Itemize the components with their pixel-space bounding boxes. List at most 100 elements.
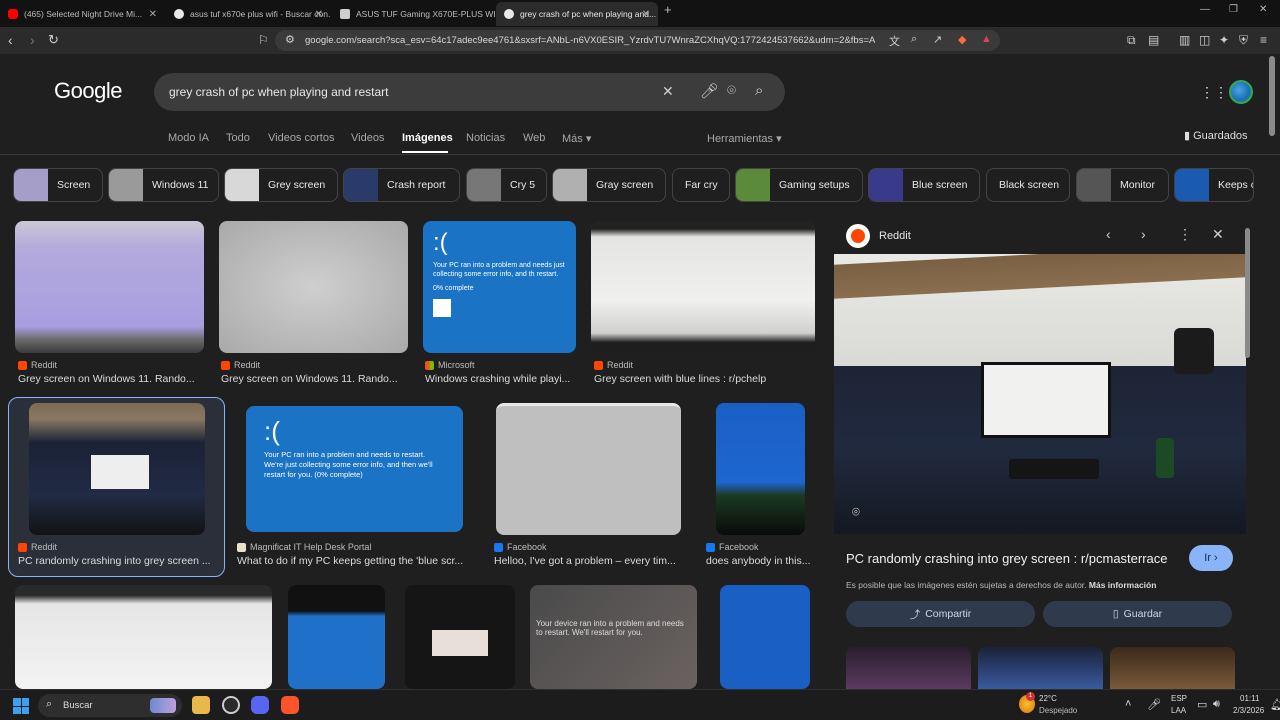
keyboard-layout[interactable]: LAA: [1171, 706, 1186, 715]
more-vert-icon[interactable]: ⋮: [1178, 226, 1192, 243]
vpn-icon[interactable]: ⛨: [1239, 33, 1248, 48]
site-info-icon[interactable]: ⚙: [285, 33, 295, 46]
result-thumbnail[interactable]: [405, 585, 515, 689]
result-thumbnail[interactable]: [288, 585, 385, 689]
language-code[interactable]: ESP: [1171, 694, 1187, 703]
forward-icon[interactable]: ›: [30, 31, 35, 49]
result-title[interactable]: Windows crashing while playi...: [425, 373, 575, 385]
reload-icon[interactable]: ↻: [48, 31, 59, 49]
tab-groups-icon[interactable]: ◫: [1199, 33, 1210, 47]
chip-crash-report[interactable]: Crash report: [343, 168, 460, 202]
result-title[interactable]: Grey screen with blue lines : r/pchelp: [594, 373, 814, 385]
result-thumbnail[interactable]: :( Your PC ran into a problem and needs …: [246, 406, 463, 532]
new-tab-button[interactable]: +: [664, 2, 672, 17]
result-title[interactable]: PC randomly crashing into grey screen ..…: [18, 555, 216, 567]
result-thumbnail[interactable]: [716, 403, 805, 535]
microphone-icon[interactable]: 🎤︎: [700, 82, 719, 100]
maximize-icon[interactable]: ❐: [1229, 4, 1238, 15]
result-thumbnail[interactable]: [720, 585, 810, 689]
chip-gaming-setups[interactable]: Gaming setups: [735, 168, 863, 202]
discord-icon[interactable]: [251, 696, 269, 714]
result-thumbnail[interactable]: [15, 221, 204, 353]
tab-noticias[interactable]: Noticias: [466, 132, 505, 144]
result-title[interactable]: does anybody in this...: [706, 555, 816, 567]
chip-black-screen[interactable]: Black screen: [986, 168, 1070, 202]
page-scrollbar[interactable]: [1269, 56, 1275, 136]
result-thumbnail[interactable]: [15, 585, 272, 689]
tab-mas[interactable]: Más ▾: [562, 132, 591, 145]
chip-far-cry[interactable]: Far cry: [672, 168, 730, 202]
result-thumbnail[interactable]: [29, 403, 205, 535]
result-thumbnail[interactable]: Your device ran into a problem and needs…: [530, 585, 697, 689]
saved-button[interactable]: ▮ Guardados: [1184, 129, 1248, 142]
address-bar[interactable]: ⚙ google.com/search?sca_esv=64c17adec9ee…: [275, 30, 1000, 51]
bookmark-icon[interactable]: ⚐: [258, 31, 269, 49]
more-info-link[interactable]: Más información: [1089, 580, 1157, 590]
result-title[interactable]: Helloo, I've got a problem – every tim..…: [494, 555, 684, 567]
related-thumbnail[interactable]: [978, 647, 1103, 689]
brave-icon[interactable]: [281, 696, 299, 714]
chevron-left-icon[interactable]: ‹: [1106, 226, 1111, 242]
lens-search-icon[interactable]: ⌾: [852, 504, 860, 520]
chip-grey-screen[interactable]: Grey screen: [224, 168, 338, 202]
lens-icon[interactable]: ⌾: [727, 82, 736, 99]
search-input[interactable]: grey crash of pc when playing and restar…: [154, 73, 785, 111]
chevron-right-icon[interactable]: ›: [1141, 226, 1146, 242]
chip-windows-11[interactable]: Windows 11: [108, 168, 219, 202]
leo-ai-icon[interactable]: ✦: [1219, 33, 1229, 47]
tab-youtube[interactable]: (465) Selected Night Drive Mi... ✕: [0, 2, 165, 26]
microphone-tray-icon[interactable]: 🎤︎: [1147, 698, 1161, 711]
minimize-icon[interactable]: —: [1200, 4, 1210, 15]
search-query[interactable]: grey crash of pc when playing and restar…: [169, 85, 388, 99]
volume-icon[interactable]: 🔊︎: [1213, 698, 1220, 711]
result-thumbnail[interactable]: [496, 403, 681, 535]
google-logo[interactable]: Google: [54, 78, 122, 104]
share-icon[interactable]: ↗: [933, 33, 942, 46]
brave-rewards-icon[interactable]: ▲: [981, 33, 992, 45]
tray-chevron-icon[interactable]: ˄: [1125, 698, 1131, 710]
tab-web[interactable]: Web: [523, 132, 545, 144]
clock-date[interactable]: 2/3/2026: [1233, 706, 1264, 715]
weather-temp[interactable]: 22°C: [1039, 694, 1057, 703]
chip-gray-screen[interactable]: Gray screen: [552, 168, 666, 202]
result-thumbnail[interactable]: :( Your PC ran into a problem and needs …: [423, 221, 576, 353]
chip-screen[interactable]: Screen: [13, 168, 103, 202]
chip-keeps[interactable]: Keeps c: [1174, 168, 1254, 202]
tools-button[interactable]: Herramientas ▾: [707, 132, 782, 145]
search-icon[interactable]: ⌕: [755, 82, 763, 99]
tab-google-search[interactable]: asus tuf x670e plus wifi - Buscar con...…: [166, 2, 331, 26]
weather-desc[interactable]: Despejado: [1039, 706, 1077, 715]
result-title[interactable]: What to do if my PC keeps getting the 'b…: [237, 555, 467, 567]
chip-cry-5[interactable]: Cry 5: [466, 168, 547, 202]
result-title[interactable]: Grey screen on Windows 11. Rando...: [221, 373, 407, 385]
close-window-icon[interactable]: ✕: [1259, 4, 1267, 15]
result-thumbnail[interactable]: [591, 221, 815, 353]
clear-icon[interactable]: ✕: [662, 83, 674, 100]
brave-shield-icon[interactable]: ◆: [958, 33, 966, 46]
avatar[interactable]: [1229, 80, 1253, 104]
share-button[interactable]: ⤴ Compartir: [846, 601, 1035, 627]
url-text[interactable]: google.com/search?sca_esv=64c17adec9ee47…: [305, 35, 875, 46]
close-tab-icon[interactable]: ✕: [642, 9, 650, 20]
clock-time[interactable]: 01:11: [1240, 694, 1259, 703]
network-icon[interactable]: ▭: [1197, 698, 1207, 711]
result-thumbnail[interactable]: [219, 221, 408, 353]
tab-videos[interactable]: Videos: [351, 132, 384, 144]
tab-active-search[interactable]: grey crash of pc when playing and... ✕: [496, 2, 658, 26]
tab-todo[interactable]: Todo: [226, 132, 250, 144]
close-tab-icon[interactable]: ✕: [315, 9, 323, 20]
tab-imagenes[interactable]: Imágenes: [402, 132, 453, 144]
tab-modo-ia[interactable]: Modo IA: [168, 132, 209, 144]
preview-image[interactable]: ⌾: [834, 254, 1246, 534]
notifications-icon[interactable]: 🔔︎: [1270, 698, 1280, 711]
visit-button[interactable]: Ir ›: [1189, 545, 1233, 571]
chip-monitor[interactable]: Monitor: [1076, 168, 1169, 202]
steam-icon[interactable]: [222, 696, 240, 714]
wallet-icon[interactable]: ▤: [1148, 33, 1159, 47]
tab-asus[interactable]: ASUS TUF Gaming X670E-PLUS WIFI...: [332, 2, 495, 26]
chip-blue-screen[interactable]: Blue screen: [868, 168, 980, 202]
tab-videos-cortos[interactable]: Videos cortos: [268, 132, 334, 144]
close-tab-icon[interactable]: ✕: [149, 9, 157, 20]
panel-title[interactable]: PC randomly crashing into grey screen : …: [846, 551, 1168, 566]
related-thumbnail[interactable]: [846, 647, 971, 689]
